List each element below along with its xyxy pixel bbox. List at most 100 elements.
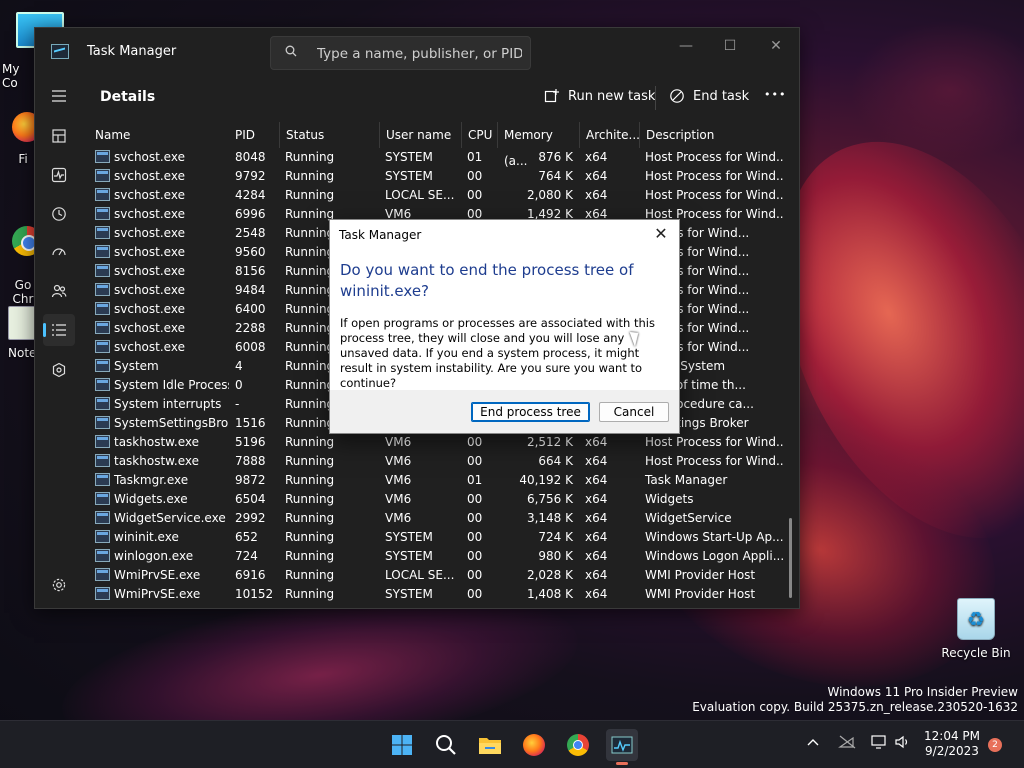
file-explorer-icon[interactable] — [474, 729, 506, 761]
cell-pid: 9484 — [235, 283, 266, 297]
cell-name: svchost.exe — [89, 338, 229, 357]
cell-desc: Host Process for Wind... — [645, 150, 783, 164]
users-icon[interactable] — [43, 275, 75, 307]
cell-status: Running — [285, 150, 335, 164]
show-hidden-icons-chevron-icon[interactable] — [806, 735, 820, 753]
clock-date: 9/2/2023 — [925, 744, 979, 758]
table-row[interactable]: WmiPrvSE.exe 10152 Running SYSTEM 00 1,408 K x… — [83, 585, 783, 604]
more-options-button[interactable]: ••• — [764, 88, 786, 101]
performance-icon[interactable] — [43, 159, 75, 191]
maximize-button[interactable]: ☐ — [707, 32, 753, 60]
process-icon — [95, 207, 110, 220]
cell-arch: x64 — [585, 511, 608, 525]
table-row[interactable]: taskhostw.exe 5196 Running VM6 00 2,512 K x64 H… — [83, 433, 783, 452]
table-row[interactable]: wininit.exe 652 Running SYSTEM 00 724 K x64 Win… — [83, 528, 783, 547]
dialog-close-button[interactable]: ✕ — [647, 222, 675, 246]
network-icon[interactable] — [870, 735, 888, 753]
process-name: svchost.exe — [114, 226, 185, 240]
cell-name: svchost.exe — [89, 167, 229, 186]
task-manager-icon[interactable] — [606, 729, 638, 765]
cell-name: svchost.exe — [89, 262, 229, 281]
cell-desc: Host Process for Wind... — [645, 435, 783, 449]
column-header-status[interactable]: Status — [279, 122, 379, 148]
column-header-description[interactable]: Description — [639, 122, 783, 148]
cell-pid: 4284 — [235, 188, 266, 202]
window-title: Task Manager — [87, 44, 177, 59]
process-icon — [95, 549, 110, 562]
command-bar: Details Run new task End task ••• — [83, 76, 799, 120]
confirm-dialog: Task Manager ✕ Do you want to end the pr… — [329, 219, 680, 434]
start-icon[interactable] — [386, 729, 418, 761]
search-icon[interactable] — [430, 729, 462, 761]
app-history-icon[interactable] — [43, 198, 75, 230]
details-icon[interactable] — [43, 314, 75, 346]
startup-apps-icon[interactable] — [43, 236, 75, 268]
process-name: svchost.exe — [114, 188, 185, 202]
services-icon[interactable] — [43, 354, 75, 386]
cell-user: VM6 — [385, 511, 412, 525]
end-task-button[interactable]: End task — [669, 88, 749, 104]
cell-name: Widgets.exe — [89, 490, 229, 509]
cell-mem: 1,408 K — [526, 587, 573, 601]
process-icon — [95, 492, 110, 505]
cell-cpu: 00 — [467, 549, 483, 563]
search-input[interactable] — [315, 43, 524, 65]
run-new-task-button[interactable]: Run new task — [544, 88, 655, 104]
cell-arch: x64 — [585, 473, 608, 487]
processes-icon[interactable] — [43, 120, 75, 152]
column-header-memory[interactable]: Memory (a... — [497, 122, 579, 168]
table-row[interactable]: winlogon.exe 724 Running SYSTEM 00 980 K x64 Wi… — [83, 547, 783, 566]
table-row[interactable]: Widgets.exe 6504 Running VM6 00 6,756 K x64 Wid… — [83, 490, 783, 509]
desktop-icon-chrome[interactable]: Go Chr — [12, 212, 42, 320]
column-header-user[interactable]: User name — [379, 122, 461, 148]
dialog-title: Task Manager — [339, 228, 422, 242]
desktop-icon-firefox[interactable]: Fi — [12, 112, 42, 166]
column-header-architecture[interactable]: Archite... — [579, 122, 640, 148]
table-row[interactable]: taskhostw.exe 7888 Running VM6 00 664 K x64 Hos… — [83, 452, 783, 471]
scrollbar[interactable] — [789, 518, 792, 598]
cell-pid: 2548 — [235, 226, 266, 240]
table-row[interactable]: svchost.exe 8048 Running SYSTEM 01 876 K x64 Ho… — [83, 148, 783, 167]
cell-pid: 6400 — [235, 302, 266, 316]
table-row[interactable]: WidgetService.exe 2992 Running VM6 00 3,148 K… — [83, 509, 783, 528]
cancel-button[interactable]: Cancel — [599, 402, 669, 422]
column-header-cpu[interactable]: CPU — [461, 122, 497, 148]
process-icon — [95, 340, 110, 353]
process-name: svchost.exe — [114, 340, 185, 354]
cell-status: Running — [285, 492, 335, 506]
table-row[interactable]: svchost.exe 9792 Running SYSTEM 00 764 K x64 Ho… — [83, 167, 783, 186]
cell-pid: 1516 — [235, 416, 266, 430]
table-row[interactable]: WmiPrvSE.exe 6916 Running LOCAL SE... 00 2,02… — [83, 566, 783, 585]
table-row[interactable]: svchost.exe 4284 Running LOCAL SE... 00 2,080… — [83, 186, 783, 205]
cell-cpu: 00 — [467, 188, 483, 202]
process-name: svchost.exe — [114, 150, 185, 164]
process-icon — [95, 587, 110, 600]
system-clock[interactable]: 12:04 PM 9/2/2023 — [918, 729, 986, 759]
notification-badge[interactable]: 2 — [988, 738, 1002, 752]
table-row[interactable]: Taskmgr.exe 9872 Running VM6 01 40,192 K x64 Ta… — [83, 471, 783, 490]
process-icon — [95, 378, 110, 391]
volume-icon[interactable] — [894, 735, 912, 753]
desktop-icon-my-computer[interactable]: My Co — [0, 12, 64, 90]
cell-user: SYSTEM — [385, 169, 433, 183]
firefox-icon[interactable] — [518, 729, 550, 761]
minimize-button[interactable]: — — [663, 32, 709, 60]
desktop-icon-notepad[interactable]: Note — [8, 306, 34, 360]
chrome-icon[interactable] — [562, 729, 594, 761]
cell-pid: 6996 — [235, 207, 266, 221]
cell-cpu: 00 — [467, 587, 483, 601]
column-header-pid[interactable]: PID — [229, 122, 279, 148]
network-offline-icon[interactable] — [838, 735, 856, 753]
close-button[interactable]: ✕ — [753, 32, 799, 60]
cell-pid: 6916 — [235, 568, 266, 582]
cell-name: taskhostw.exe — [89, 433, 229, 452]
search-box[interactable] — [270, 36, 531, 70]
hamburger-icon[interactable] — [43, 80, 75, 112]
end-process-tree-button[interactable]: End process tree — [471, 402, 590, 422]
desktop-icon-recycle-bin[interactable]: ♻ Recycle Bin — [940, 598, 1012, 660]
cell-arch: x64 — [585, 549, 608, 563]
settings-icon[interactable] — [43, 569, 75, 601]
cell-user: VM6 — [385, 492, 412, 506]
cell-desc: Windows Start-Up Ap... — [645, 530, 783, 544]
process-name: wininit.exe — [114, 530, 179, 544]
